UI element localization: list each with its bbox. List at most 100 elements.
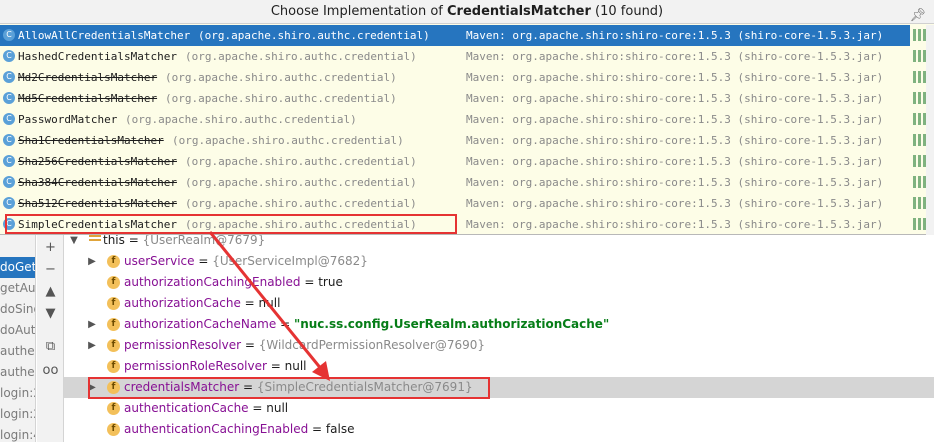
class-name: AllowAllCredentialsMatcher [18, 29, 191, 42]
implementation-item[interactable]: C Md5CredentialsMatcher Maven: org.apache.… [0, 88, 926, 109]
stack-frame[interactable]: login:2 [0, 383, 35, 404]
class-name: Md2CredentialsMatcher [18, 71, 158, 84]
jar-library-icon [913, 92, 926, 104]
popup-scrollbar[interactable] [926, 25, 934, 235]
implementation-item[interactable]: C PasswordMatcher Maven: org.apache.shiro:… [0, 109, 926, 130]
field-f-icon: f [107, 360, 120, 373]
field-f-icon: f [107, 318, 120, 331]
variable-value: null [284, 359, 307, 373]
expand-arrow-icon[interactable]: ▶ [86, 314, 98, 335]
class-name: Sha384CredentialsMatcher [18, 176, 177, 189]
variable-value: false [325, 422, 355, 436]
stack-frame[interactable]: login:2 [0, 404, 35, 425]
popup-title-class: CredentialsMatcher [447, 4, 591, 19]
variable-row[interactable]: f permissionRoleResolver = null [64, 356, 934, 377]
variable-name: userService [124, 254, 195, 268]
jar-library-icon [913, 197, 926, 209]
maven-source: Maven: org.apache.shiro:shiro-core:1.5.3… [466, 92, 884, 105]
stack-frame[interactable]: doGetAu [0, 257, 35, 278]
jar-library-icon [913, 50, 926, 62]
package-name: (org.apache.shiro.authc.credential) [165, 92, 397, 105]
class-c-icon: C [3, 176, 15, 188]
variable-value: null [258, 296, 281, 310]
add-watch-icon[interactable]: + [37, 237, 64, 259]
package-name: (org.apache.shiro.authc.credential) [185, 155, 417, 168]
class-name: HashedCredentialsMatcher [18, 50, 177, 63]
implementation-item[interactable]: C HashedCredentialsMatcher Maven: org.apac… [0, 46, 926, 67]
implementation-item[interactable]: C Sha384CredentialsMatcher Maven: org.apac… [0, 172, 926, 193]
jar-library-icon [913, 71, 926, 83]
variable-row[interactable]: ▶ f permissionResolver = {WildcardPermissi… [64, 335, 934, 356]
move-up-icon[interactable]: ▲ [37, 281, 64, 303]
object-this-icon [89, 235, 101, 246]
stack-frame[interactable]: authent [0, 341, 35, 362]
annotation-box-credentials-matcher [88, 377, 490, 399]
field-f-icon: f [107, 276, 120, 289]
pin-icon[interactable]: 📌︎ [909, 4, 926, 28]
jar-library-icon [913, 176, 926, 188]
class-c-icon: C [3, 134, 15, 146]
stack-frame[interactable]: login:4 [0, 425, 35, 442]
variable-row[interactable]: f authorizationCache = null [64, 293, 934, 314]
implementation-item[interactable]: C Sha1CredentialsMatcher Maven: org.apache… [0, 130, 926, 151]
variable-row[interactable]: ▶ f authorizationCacheName = "nuc.ss.confi… [64, 314, 934, 335]
package-name: (org.apache.shiro.authc.credential) [125, 113, 357, 126]
watches-glasses-icon[interactable]: oo [37, 360, 64, 382]
variable-name: authorizationCachingEnabled [124, 275, 301, 289]
class-c-icon: C [3, 197, 15, 209]
stack-frame[interactable]: getAuth [0, 278, 35, 299]
variable-row[interactable]: f authorizationCachingEnabled = true [64, 272, 934, 293]
package-name: (org.apache.shiro.authc.credential) [185, 197, 417, 210]
class-name: Sha512CredentialsMatcher [18, 197, 177, 210]
variable-name: authenticationCachingEnabled [124, 422, 309, 436]
stack-frame[interactable]: doSing [0, 299, 35, 320]
expand-arrow-icon[interactable]: ▶ [86, 251, 98, 272]
class-name: Sha256CredentialsMatcher [18, 155, 177, 168]
variable-row[interactable]: f authenticationCachingEnabled = false [64, 419, 934, 440]
annotation-box-simple-matcher [5, 214, 457, 234]
variable-value: "nuc.ss.config.UserRealm.authorizationCa… [293, 317, 610, 331]
package-name: (org.apache.shiro.authc.credential) [185, 50, 417, 63]
class-name: Sha1CredentialsMatcher [18, 134, 164, 147]
variable-name: permissionRoleResolver [124, 359, 267, 373]
debugger-toolstrip: + − ▲ ▼ ⧉ oo [37, 235, 64, 442]
variable-name: authorizationCacheName [124, 317, 277, 331]
implementation-item[interactable]: C Sha512CredentialsMatcher Maven: org.apac… [0, 193, 926, 214]
frames-list[interactable]: doGetAugetAuthdoSingdoAuthauthentauthent… [0, 235, 36, 442]
variable-name: authorizationCache [124, 296, 241, 310]
jar-library-icon [913, 113, 926, 125]
class-c-icon: C [3, 92, 15, 104]
remove-watch-icon[interactable]: − [37, 259, 64, 281]
package-name: (org.apache.shiro.authc.credential) [172, 134, 404, 147]
expand-arrow-icon[interactable]: ▶ [86, 335, 98, 356]
class-c-icon: C [3, 29, 15, 41]
class-c-icon: C [3, 155, 15, 167]
jar-library-icon [913, 218, 926, 230]
jar-library-icon [913, 29, 926, 41]
implementation-item[interactable]: C Sha256CredentialsMatcher Maven: org.apac… [0, 151, 926, 172]
maven-source: Maven: org.apache.shiro:shiro-core:1.5.3… [466, 155, 884, 168]
package-name: (org.apache.shiro.authc.credential) [185, 176, 417, 189]
stack-frame[interactable]: doAuth [0, 320, 35, 341]
variable-name: authenticationCache [124, 401, 249, 415]
field-f-icon: f [107, 423, 120, 436]
variables-tree: ▼ this = {UserRealm@7679} ▶ f userService … [64, 233, 934, 442]
field-f-icon: f [107, 255, 120, 268]
variable-value: {UserRealm@7679} [142, 233, 266, 247]
variable-value: {WildcardPermissionResolver@7690} [258, 338, 485, 352]
implementation-item[interactable]: C AllowAllCredentialsMatcher Maven: org.ap… [0, 25, 926, 46]
stack-frame[interactable]: authent [0, 362, 35, 383]
maven-source: Maven: org.apache.shiro:shiro-core:1.5.3… [466, 71, 884, 84]
field-f-icon: f [107, 402, 120, 415]
copy-icon[interactable]: ⧉ [37, 336, 64, 358]
variable-name: this [103, 233, 125, 247]
jar-library-icon [913, 134, 926, 146]
maven-source: Maven: org.apache.shiro:shiro-core:1.5.3… [466, 50, 884, 63]
variable-row[interactable]: f authenticationCache = null [64, 398, 934, 419]
variable-value: {UserServiceImpl@7682} [212, 254, 368, 268]
field-f-icon: f [107, 297, 120, 310]
class-c-icon: C [3, 71, 15, 83]
move-down-icon[interactable]: ▼ [37, 303, 64, 325]
implementation-item[interactable]: C Md2CredentialsMatcher Maven: org.apache.… [0, 67, 926, 88]
variable-row[interactable]: ▶ f userService = {UserServiceImpl@7682} [64, 251, 934, 272]
